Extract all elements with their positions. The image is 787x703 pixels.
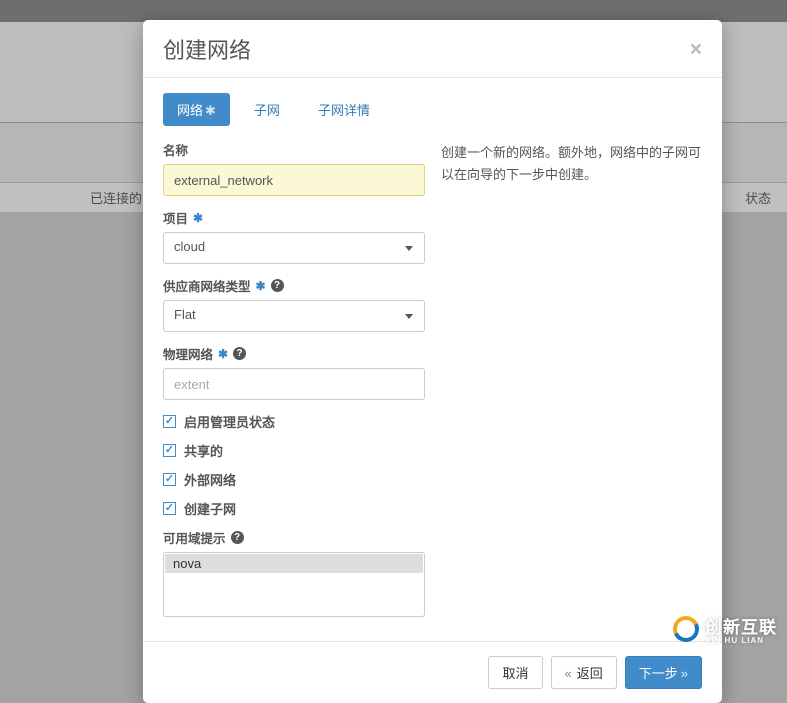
checkbox-shared[interactable]: 共享的 <box>163 441 425 460</box>
checkbox-create-subnet[interactable]: 创建子网 <box>163 499 425 518</box>
wizard-tabs: 网络✱ 子网 子网详情 <box>163 93 702 126</box>
help-icon[interactable]: ? <box>271 279 284 292</box>
checkbox-admin-state[interactable]: 启用管理员状态 <box>163 412 425 431</box>
checkbox-external[interactable]: 外部网络 <box>163 470 425 489</box>
label-provider-type: 供应商网络类型✱ ? <box>163 276 425 295</box>
tab-subnet-details[interactable]: 子网详情 <box>304 93 384 126</box>
bg-label-status: 状态 <box>745 188 771 207</box>
checkbox-icon <box>163 502 176 515</box>
help-icon[interactable]: ? <box>233 347 246 360</box>
list-item[interactable]: nova <box>165 554 423 573</box>
close-icon[interactable]: × <box>690 39 702 60</box>
back-button[interactable]: «返回 <box>551 656 617 689</box>
logo-icon <box>671 614 701 644</box>
name-input[interactable] <box>163 164 425 196</box>
next-button[interactable]: 下一步» <box>625 656 702 689</box>
modal-title: 创建网络 <box>163 33 251 65</box>
description-text: 创建一个新的网络。额外地，网络中的子网可以在向导的下一步中创建。 <box>441 140 702 629</box>
create-network-modal: 创建网络 × 网络✱ 子网 子网详情 名称 <box>143 20 722 703</box>
modal-footer: 取消 «返回 下一步» <box>143 641 722 703</box>
checkbox-icon <box>163 473 176 486</box>
checkbox-icon <box>163 415 176 428</box>
help-icon[interactable]: ? <box>231 531 244 544</box>
checkbox-icon <box>163 444 176 457</box>
label-physical-network: 物理网络✱ ? <box>163 344 425 363</box>
tab-subnet[interactable]: 子网 <box>240 93 294 126</box>
form-column: 名称 项目✱ cloud 供应商网络类型✱ ? <box>163 140 425 629</box>
provider-type-select[interactable]: Flat <box>163 300 425 332</box>
cancel-button[interactable]: 取消 <box>488 656 542 689</box>
az-hints-listbox[interactable]: nova <box>163 552 425 617</box>
bg-label-connected: 已连接的 <box>90 188 142 207</box>
label-az-hints: 可用域提示 ? <box>163 528 425 547</box>
label-project: 项目✱ <box>163 208 425 227</box>
modal-header: 创建网络 × <box>143 20 722 78</box>
project-select[interactable]: cloud <box>163 232 425 264</box>
physical-network-input[interactable] <box>163 368 425 400</box>
label-name: 名称 <box>163 140 425 159</box>
watermark: 创新互联 XIN HU LIAN <box>671 613 777 645</box>
tab-network[interactable]: 网络✱ <box>163 93 230 126</box>
